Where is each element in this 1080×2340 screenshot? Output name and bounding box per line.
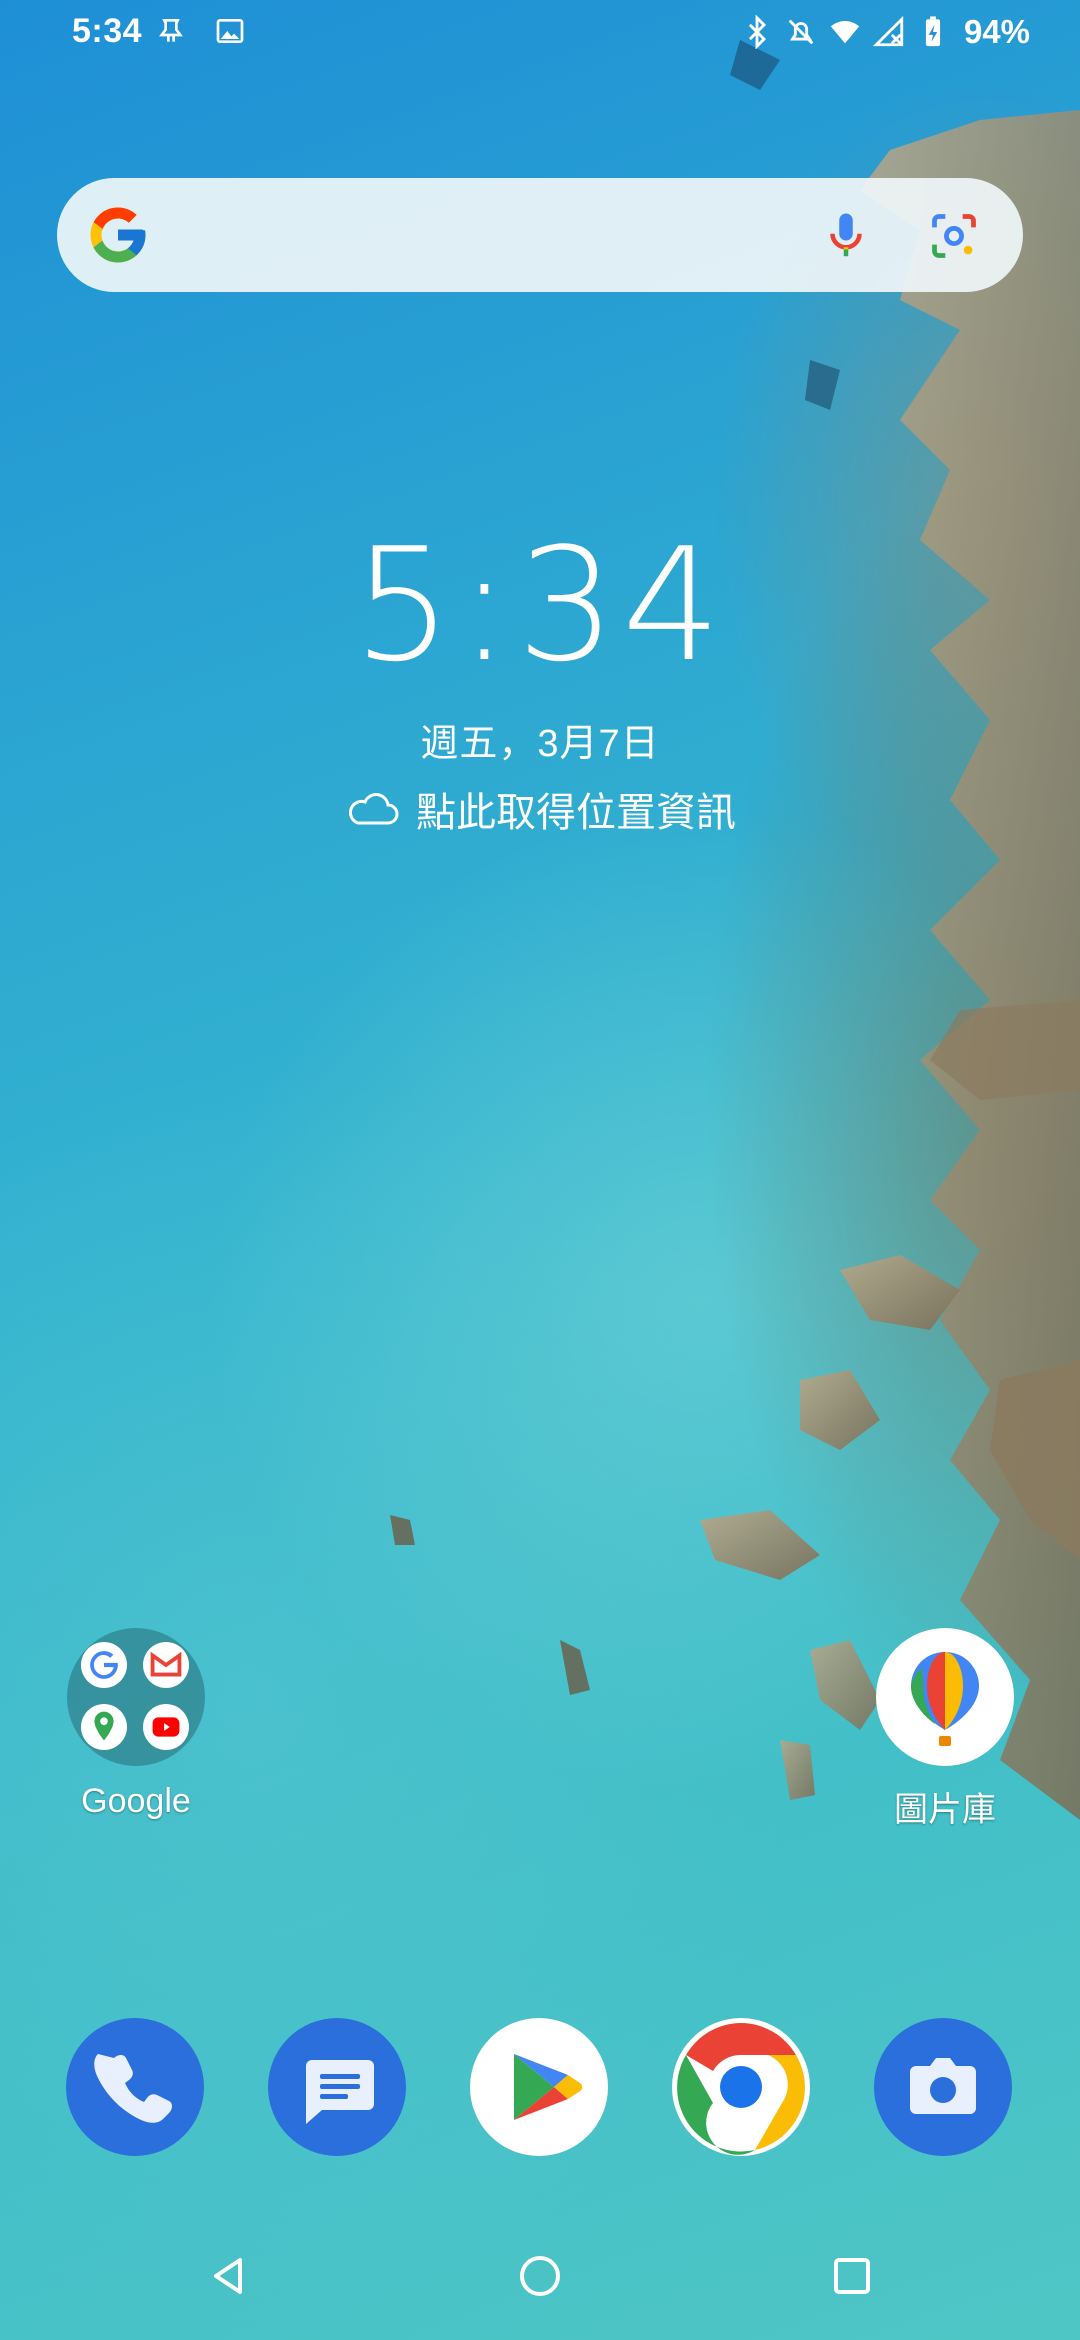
status-bar: 5:34 94% (0, 0, 1080, 64)
google-g-icon (90, 207, 146, 263)
google-folder-icon (67, 1628, 205, 1766)
weather-text: 點此取得位置資訊 (416, 791, 736, 835)
gallery-app[interactable]: 圖片庫 (865, 1628, 1025, 1831)
app-label-google: Google (81, 1782, 191, 1820)
google-search-bar[interactable] (57, 178, 1023, 292)
recents-icon[interactable] (822, 2246, 882, 2306)
cloud-icon (348, 793, 399, 825)
play-store-app[interactable] (470, 2018, 608, 2156)
messages-icon (306, 2060, 374, 2124)
back-icon[interactable] (200, 2246, 260, 2306)
maps-icon (81, 1704, 127, 1750)
chrome-icon (675, 2021, 807, 2155)
google-icon (81, 1642, 127, 1688)
camera-app[interactable] (874, 2018, 1012, 2156)
mic-icon[interactable] (819, 208, 873, 264)
clock-time[interactable]: 5:34 (0, 520, 1080, 690)
wifi-icon (830, 21, 860, 44)
gmail-icon (143, 1642, 189, 1688)
bluetooth-icon (748, 15, 767, 49)
app-label-gallery: 圖片庫 (894, 1791, 996, 1829)
phone-app[interactable] (66, 2018, 204, 2156)
camera-icon (910, 2058, 976, 2114)
clock-date[interactable]: 週五，3月7日 (0, 712, 1080, 767)
chrome-app[interactable] (672, 2018, 810, 2156)
mute-icon (788, 19, 814, 45)
youtube-icon (143, 1704, 189, 1750)
google-lens-icon[interactable] (927, 210, 981, 262)
status-time: 5:34 (72, 12, 143, 50)
wallpaper-coastline (390, 40, 1080, 1820)
signal-no-service-icon (872, 15, 904, 47)
google-folder[interactable]: Google (56, 1628, 216, 1821)
image-icon (216, 19, 244, 43)
phone-icon (94, 2054, 172, 2123)
battery-charging-icon (925, 16, 941, 47)
weather-widget[interactable]: 點此取得位置資訊 (0, 780, 1080, 838)
play-store-icon (514, 2054, 583, 2120)
notification-bell-icon (159, 19, 183, 42)
gallery-balloon-icon (876, 1628, 1014, 1766)
battery-percent: 94% (963, 13, 1030, 50)
messages-app[interactable] (268, 2018, 406, 2156)
home-icon[interactable] (510, 2246, 570, 2306)
status-icons: 94% (740, 10, 1030, 54)
